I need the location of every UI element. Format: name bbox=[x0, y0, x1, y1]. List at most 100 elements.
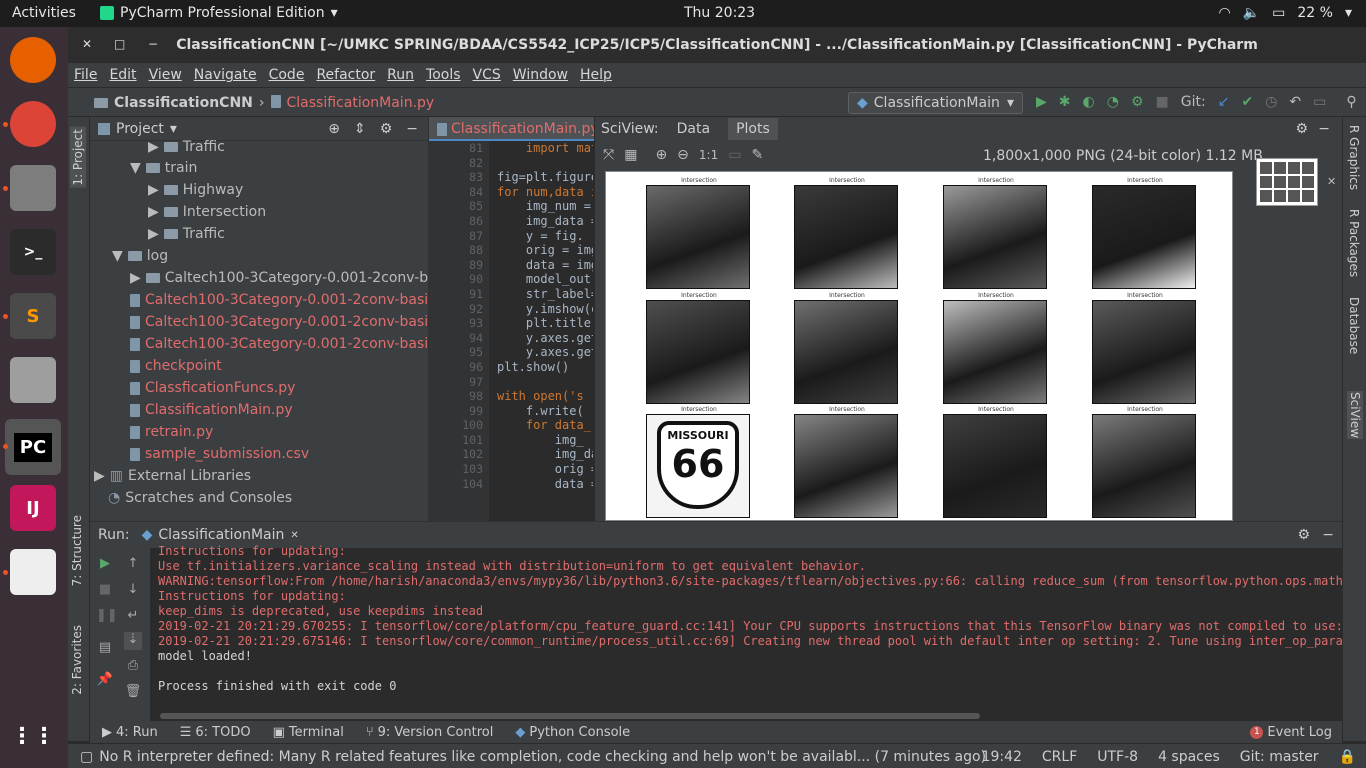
fit-icon[interactable]: ⤧ bbox=[603, 147, 614, 163]
code-area[interactable]: import matpl fig=plt.figurefor num,data i… bbox=[497, 141, 593, 521]
editor-tab[interactable]: ClassificationMain.py bbox=[429, 117, 595, 141]
gear-icon[interactable]: ⚙ bbox=[1295, 121, 1308, 137]
search-icon[interactable]: ⚲ bbox=[1346, 94, 1356, 110]
menu-vcs[interactable]: VCS bbox=[473, 67, 501, 83]
run-config-select[interactable]: ◆ ClassificationMain ▾ bbox=[848, 92, 1023, 114]
scroll-up-icon[interactable]: ↑ bbox=[124, 556, 142, 574]
lock-icon[interactable]: 🔒 bbox=[1339, 749, 1356, 765]
menu-run[interactable]: Run bbox=[387, 67, 414, 83]
run-icon[interactable]: ▶ bbox=[1036, 94, 1047, 110]
profile-icon[interactable]: ◔ bbox=[1107, 94, 1119, 110]
status-message[interactable]: ▢ No R interpreter defined: Many R relate… bbox=[80, 749, 986, 765]
tree-item[interactable]: Caltech100-3Category-0.001-2conv-basic.r bbox=[130, 289, 446, 311]
rerun-icon[interactable]: ▶ bbox=[96, 556, 114, 574]
tree-item[interactable]: ClassficationFuncs.py bbox=[130, 377, 295, 399]
tab-project[interactable]: 1: Project bbox=[70, 127, 86, 188]
menu-tools[interactable]: Tools bbox=[426, 67, 461, 83]
tab-plots[interactable]: Plots bbox=[728, 118, 778, 140]
stop-icon[interactable]: ■ bbox=[1156, 94, 1169, 110]
menu-refactor[interactable]: Refactor bbox=[316, 67, 375, 83]
tree-item[interactable]: ▶ Caltech100-3Category-0.001-2conv-bas bbox=[130, 267, 444, 289]
background-icon[interactable]: ▭ bbox=[728, 147, 741, 163]
git-rollback-icon[interactable]: ↶ bbox=[1289, 94, 1301, 110]
git-branch[interactable]: Git: master bbox=[1240, 749, 1319, 765]
menu-navigate[interactable]: Navigate bbox=[194, 67, 257, 83]
plot-image[interactable]: Intersection Intersection Intersection Inte… bbox=[605, 171, 1233, 521]
horizontal-scrollbar[interactable] bbox=[160, 713, 980, 719]
trash-icon[interactable]: 🗑 bbox=[124, 684, 142, 702]
indent-setting[interactable]: 4 spaces bbox=[1158, 749, 1220, 765]
tree-item[interactable]: sample_submission.csv bbox=[130, 443, 309, 465]
panel-toggle-icon[interactable]: ▢ bbox=[80, 749, 93, 765]
tree-item[interactable]: checkpoint bbox=[130, 355, 222, 377]
concurrency-icon[interactable]: ⚙ bbox=[1131, 94, 1144, 110]
actual-size-button[interactable]: 1:1 bbox=[699, 148, 718, 162]
chevron-down-icon[interactable]: ▾ bbox=[170, 121, 177, 137]
camera-icon[interactable] bbox=[10, 357, 56, 403]
tree-item[interactable]: retrain.py bbox=[130, 421, 213, 443]
tree-item[interactable]: Caltech100-3Category-0.001-2conv-basic.r bbox=[130, 311, 446, 333]
tab-sciview[interactable]: SciView bbox=[1347, 391, 1363, 440]
show-apps-icon[interactable]: ⋮⋮ bbox=[10, 713, 56, 759]
text-editor-icon[interactable] bbox=[10, 549, 56, 595]
tree-item[interactable]: ▶ ▥ External Libraries bbox=[94, 465, 251, 487]
terminal-icon[interactable]: >_ bbox=[10, 229, 56, 275]
collapse-icon[interactable]: ⇕ bbox=[354, 121, 366, 137]
pause-icon[interactable]: ❚❚ bbox=[96, 608, 118, 626]
run-tab[interactable]: ◆ ClassificationMain ✕ bbox=[142, 527, 299, 543]
tree-item[interactable]: ▶ Traffic bbox=[148, 223, 225, 245]
hide-icon[interactable]: − bbox=[1318, 121, 1330, 137]
tree-item[interactable]: ▶ Intersection bbox=[148, 201, 266, 223]
tab-favorites[interactable]: 2: Favorites bbox=[70, 625, 84, 695]
color-picker-icon[interactable]: ✎ bbox=[751, 147, 763, 163]
soft-wrap-icon[interactable]: ↵ bbox=[124, 608, 142, 626]
close-icon[interactable]: ✕ bbox=[290, 530, 298, 541]
menu-view[interactable]: View bbox=[149, 67, 182, 83]
gear-icon[interactable]: ⚙ bbox=[1297, 527, 1310, 543]
menu-code[interactable]: Code bbox=[269, 67, 305, 83]
pycharm-dock-icon[interactable]: PC bbox=[5, 419, 61, 475]
sublime-text-icon[interactable]: S bbox=[10, 293, 56, 339]
gear-icon[interactable]: ⚙ bbox=[380, 121, 393, 137]
pin-icon[interactable]: 📌 bbox=[96, 672, 114, 690]
files-icon[interactable] bbox=[10, 165, 56, 211]
tab-data[interactable]: Data bbox=[677, 121, 710, 137]
event-log-button[interactable]: 1 Event Log bbox=[1250, 725, 1332, 740]
tree-item[interactable]: Caltech100-3Category-0.001-2conv-basic.r bbox=[130, 333, 446, 355]
tab-r-graphics[interactable]: R Graphics bbox=[1347, 125, 1361, 190]
activities-button[interactable]: Activities bbox=[12, 5, 76, 21]
menu-edit[interactable]: Edit bbox=[109, 67, 136, 83]
breadcrumb-project[interactable]: ClassificationCNN bbox=[114, 95, 253, 111]
tab-python-console[interactable]: ◆ Python Console bbox=[515, 725, 630, 740]
tab-terminal[interactable]: ▣ Terminal bbox=[273, 725, 344, 740]
menu-file[interactable]: File bbox=[74, 67, 97, 83]
chrome-icon[interactable] bbox=[10, 101, 56, 147]
tree-item[interactable]: ▶ Highway bbox=[148, 179, 243, 201]
tab-structure[interactable]: 7: Structure bbox=[70, 515, 84, 586]
vcs-operations-icon[interactable]: ▭ bbox=[1313, 94, 1326, 110]
hide-icon[interactable]: − bbox=[406, 121, 418, 137]
console-output[interactable]: Instructions for updating: Use tf.initial… bbox=[158, 544, 1342, 714]
tree-item[interactable]: ▼ log bbox=[112, 245, 168, 267]
hide-icon[interactable]: − bbox=[1322, 527, 1334, 543]
clock[interactable]: Thu 20:23 bbox=[684, 5, 755, 21]
zoom-in-icon[interactable]: ⊕ bbox=[655, 147, 667, 163]
tab-run[interactable]: ▶ 4: Run bbox=[102, 725, 158, 740]
layout-icon[interactable]: ▤ bbox=[96, 640, 114, 658]
locate-icon[interactable]: ⊕ bbox=[328, 121, 340, 137]
system-tray[interactable]: ◠ 🔈 ▭ 22 % ▾ bbox=[1219, 5, 1353, 21]
breadcrumb-file[interactable]: ClassificationMain.py bbox=[287, 95, 435, 111]
tab-database[interactable]: Database bbox=[1347, 297, 1361, 354]
close-thumbnail-icon[interactable]: ✕ bbox=[1327, 175, 1336, 188]
menu-window[interactable]: Window bbox=[513, 67, 568, 83]
coverage-icon[interactable]: ◐ bbox=[1083, 94, 1095, 110]
git-update-icon[interactable]: ↙ bbox=[1218, 94, 1230, 110]
file-encoding[interactable]: UTF-8 bbox=[1097, 749, 1138, 765]
scroll-to-end-icon[interactable]: ⇣ bbox=[124, 632, 142, 650]
tab-todo[interactable]: ☰ 6: TODO bbox=[180, 725, 251, 740]
grid-icon[interactable]: ▦ bbox=[624, 147, 637, 163]
debug-icon[interactable]: ✱ bbox=[1059, 94, 1071, 110]
tree-item[interactable]: ◔ Scratches and Consoles bbox=[108, 487, 292, 509]
stop-icon[interactable]: ■ bbox=[96, 582, 114, 600]
intellij-icon[interactable]: IJ bbox=[10, 485, 56, 531]
